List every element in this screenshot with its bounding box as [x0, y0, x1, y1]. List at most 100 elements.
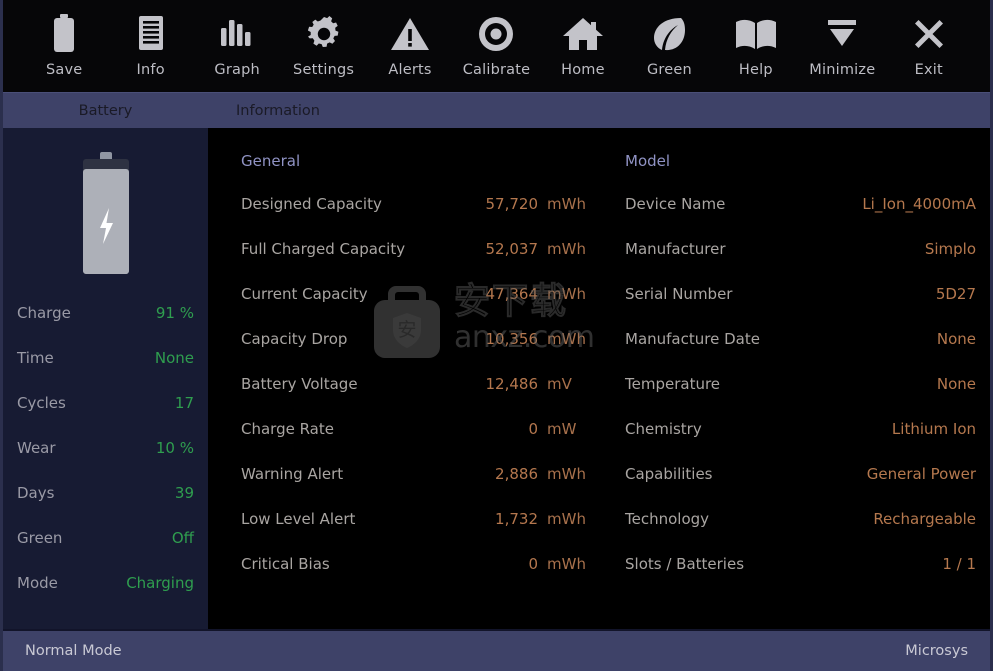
value-device-name: Li_Ion_4000mA — [862, 195, 976, 213]
value-battery-voltage: 12,486 — [485, 375, 539, 393]
toolbar-label-graph: Graph — [214, 62, 260, 78]
battery-graphic-wrapper — [3, 152, 208, 278]
value-current-capacity: 47,364 — [485, 285, 539, 303]
row-manufacturer: Manufacturer Simplo — [625, 240, 976, 285]
stat-key-green: Green — [17, 529, 63, 547]
battery-summary-sidebar: Charge 91 % Time None Cycles 17 Wear 10 … — [3, 128, 208, 629]
stat-value-green: Off — [171, 529, 194, 547]
toolbar-button-minimize[interactable]: Minimize — [799, 12, 885, 78]
row-serial-number: Serial Number 5D27 — [625, 285, 976, 330]
value-full-charged-capacity: 52,037 — [485, 240, 539, 258]
toolbar-button-green[interactable]: Green — [626, 12, 712, 78]
value-critical-bias: 0 — [528, 555, 538, 573]
battery-info-window: Save Info Graph Settings Alerts Calibrat… — [0, 0, 993, 671]
header-label-battery: Battery — [78, 102, 133, 119]
value-warning-alert: 2,886 — [495, 465, 538, 483]
key-chemistry: Chemistry — [625, 420, 702, 438]
value-manufacture-date: None — [936, 330, 976, 348]
stat-key-days: Days — [17, 484, 55, 502]
key-full-charged-capacity: Full Charged Capacity — [241, 240, 406, 258]
battery-charging-icon — [82, 152, 129, 274]
battery-save-icon — [51, 12, 77, 56]
key-technology: Technology — [625, 510, 710, 528]
book-icon — [734, 12, 778, 56]
key-low-level-alert: Low Level Alert — [241, 510, 356, 528]
model-column: Model Device Name Li_Ion_4000mA Manufact… — [599, 150, 990, 629]
key-capacity-drop: Capacity Drop — [241, 330, 348, 348]
key-manufacturer: Manufacturer — [625, 240, 726, 258]
target-circle-icon — [477, 12, 515, 56]
close-x-icon — [910, 12, 948, 56]
toolbar-button-graph[interactable]: Graph — [194, 12, 280, 78]
unit-charge-rate: mW — [547, 420, 577, 438]
value-manufacturer: Simplo — [924, 240, 976, 258]
key-designed-capacity: Designed Capacity — [241, 195, 382, 213]
toolbar-label-help: Help — [738, 62, 773, 78]
stat-value-wear: 10 % — [155, 439, 194, 457]
toolbar-label-green: Green — [646, 62, 692, 78]
stat-key-charge: Charge — [17, 304, 71, 322]
gear-icon — [305, 12, 343, 56]
toolbar-label-minimize: Minimize — [809, 62, 876, 78]
toolbar-button-info[interactable]: Info — [107, 12, 193, 78]
toolbar-label-info: Info — [136, 62, 165, 78]
status-bar: Normal Mode Microsys — [3, 629, 990, 671]
value-serial-number: 5D27 — [935, 285, 976, 303]
content-area: Charge 91 % Time None Cycles 17 Wear 10 … — [3, 128, 990, 629]
value-capacity-drop: 10,356 — [485, 330, 539, 348]
toolbar-button-calibrate[interactable]: Calibrate — [453, 12, 539, 78]
value-temperature: None — [936, 375, 976, 393]
row-device-name: Device Name Li_Ion_4000mA — [625, 195, 976, 240]
unit-designed-capacity: mWh — [547, 195, 586, 213]
stat-row-charge: Charge 91 % — [17, 304, 194, 349]
info-panels: General Designed Capacity 57,720 mWh Ful… — [208, 128, 990, 629]
unit-current-capacity: mWh — [547, 285, 586, 303]
value-low-level-alert: 1,732 — [495, 510, 538, 528]
row-critical-bias: Critical Bias 0 mWh — [241, 555, 586, 600]
key-device-name: Device Name — [625, 195, 726, 213]
toolbar-button-home[interactable]: Home — [540, 12, 626, 78]
stat-row-wear: Wear 10 % — [17, 439, 194, 484]
stat-key-time: Time — [17, 349, 54, 367]
general-column-title: General — [241, 152, 301, 170]
row-temperature: Temperature None — [625, 375, 976, 420]
value-charge-rate: 0 — [528, 420, 538, 438]
key-warning-alert: Warning Alert — [241, 465, 344, 483]
status-brand-label: Microsys — [905, 643, 968, 659]
stat-value-time: None — [154, 349, 194, 367]
value-slots-batteries: 1 / 1 — [942, 555, 976, 573]
key-battery-voltage: Battery Voltage — [241, 375, 358, 393]
toolbar-button-save[interactable]: Save — [21, 12, 107, 78]
stat-value-mode: Charging — [126, 574, 194, 592]
unit-battery-voltage: mV — [547, 375, 572, 393]
unit-critical-bias: mWh — [547, 555, 586, 573]
toolbar-button-help[interactable]: Help — [713, 12, 799, 78]
document-info-icon — [135, 12, 167, 56]
value-capabilities: General Power — [866, 465, 976, 483]
key-manufacture-date: Manufacture Date — [625, 330, 760, 348]
bar-chart-icon — [219, 12, 255, 56]
battery-stat-list: Charge 91 % Time None Cycles 17 Wear 10 … — [3, 304, 208, 619]
status-mode-label: Normal Mode — [25, 643, 122, 659]
home-icon — [562, 12, 604, 56]
model-column-title: Model — [625, 152, 671, 170]
toolbar-button-exit[interactable]: Exit — [886, 12, 972, 78]
row-designed-capacity: Designed Capacity 57,720 mWh — [241, 195, 586, 240]
key-current-capacity: Current Capacity — [241, 285, 368, 303]
row-warning-alert: Warning Alert 2,886 mWh — [241, 465, 586, 510]
row-current-capacity: Current Capacity 47,364 mWh — [241, 285, 586, 330]
stat-row-cycles: Cycles 17 — [17, 394, 194, 439]
toolbar-button-alerts[interactable]: Alerts — [367, 12, 453, 78]
row-slots-batteries: Slots / Batteries 1 / 1 — [625, 555, 976, 600]
toolbar-button-settings[interactable]: Settings — [280, 12, 366, 78]
row-capacity-drop: Capacity Drop 10,356 mWh — [241, 330, 586, 375]
stat-row-green: Green Off — [17, 529, 194, 574]
unit-warning-alert: mWh — [547, 465, 586, 483]
main-toolbar: Save Info Graph Settings Alerts Calibrat… — [3, 0, 990, 92]
toolbar-label-save: Save — [46, 62, 83, 78]
row-battery-voltage: Battery Voltage 12,486 mV — [241, 375, 585, 420]
value-designed-capacity: 57,720 — [485, 195, 539, 213]
row-technology: Technology Rechargeable — [625, 510, 976, 555]
toolbar-label-exit: Exit — [914, 62, 943, 78]
row-manufacture-date: Manufacture Date None — [625, 330, 976, 375]
